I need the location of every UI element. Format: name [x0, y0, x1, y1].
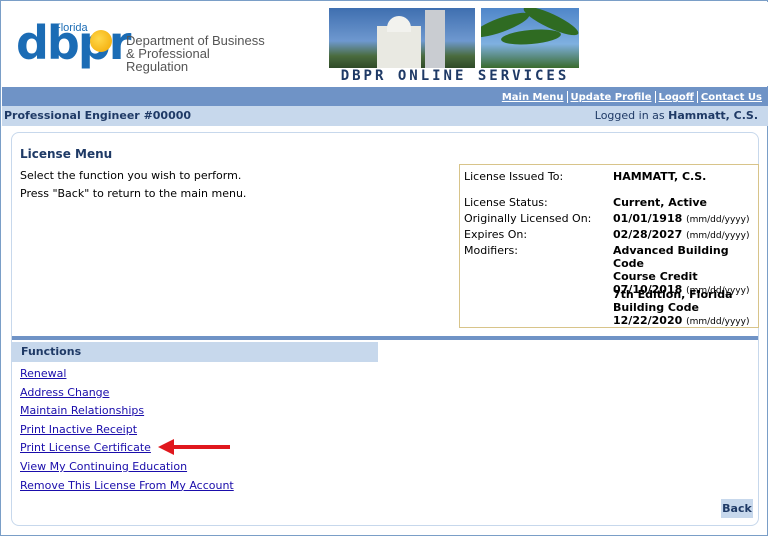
status-label: License Status:: [464, 196, 548, 209]
link-renewal[interactable]: Renewal: [20, 365, 234, 384]
sun-icon: [90, 30, 112, 52]
capitol-dome: [387, 16, 411, 32]
capitol-photo: [329, 8, 475, 68]
link-address-change[interactable]: Address Change: [20, 384, 234, 403]
header-photos: [329, 8, 579, 68]
link-view-continuing-education[interactable]: View My Continuing Education: [20, 458, 234, 477]
palm-tree-photo: [481, 8, 579, 68]
dbpr-logo[interactable]: dbpr Florida Department of Business & Pr…: [16, 20, 266, 73]
page-frame: dbpr Florida Department of Business & Pr…: [0, 0, 768, 536]
instruction-text-2: Press "Back" to return to the main menu.: [20, 187, 247, 200]
nav-main-menu[interactable]: Main Menu: [502, 92, 564, 103]
nav-separator: [696, 91, 698, 103]
sub-bar: Professional Engineer #00000 Logged in a…: [2, 106, 768, 126]
orig-licensed-label: Originally Licensed On:: [464, 212, 592, 225]
modifier-2-date: 12/22/2020: [613, 314, 683, 327]
modifier-2: 7th Edition, Florida Building Code 12/22…: [613, 288, 757, 329]
link-maintain-relationships[interactable]: Maintain Relationships: [20, 402, 234, 421]
expires-value: 02/28/2027 (mm/dd/yyyy): [613, 228, 757, 243]
capitol-tower: [425, 10, 445, 68]
date-format: (mm/dd/yyyy): [686, 231, 750, 241]
modifier-1-line-2: Course Credit: [613, 270, 698, 283]
link-print-inactive-receipt[interactable]: Print Inactive Receipt: [20, 421, 234, 440]
date-format: (mm/dd/yyyy): [686, 215, 750, 225]
modifier-1-line-1: Advanced Building Code: [613, 244, 729, 270]
department-name: Department of Business & Professional Re…: [126, 34, 266, 73]
modifier-2-line-2: Building Code: [613, 301, 699, 314]
top-nav: Main Menu Update Profile Logoff Contact Us: [2, 87, 768, 106]
nav-separator: [654, 91, 656, 103]
nav-contact-us[interactable]: Contact Us: [701, 92, 762, 103]
expires-date: 02/28/2027: [613, 228, 683, 241]
services-title: DBPR ONLINE SERVICES: [340, 68, 570, 84]
license-menu-panel: License Menu Select the function you wis…: [11, 132, 759, 526]
section-divider: [12, 336, 758, 340]
date-format: (mm/dd/yyyy): [686, 317, 750, 327]
modifier-2-line-1: 7th Edition, Florida: [613, 288, 733, 301]
page-title: License Menu: [20, 147, 113, 161]
logged-in-label: Logged in as: [594, 109, 665, 122]
capitol-building: [377, 26, 421, 68]
arrow-shaft: [172, 445, 230, 449]
orig-licensed-date: 01/01/1918: [613, 212, 683, 225]
nav-separator: [566, 91, 568, 103]
functions-header: Functions: [12, 342, 378, 362]
nav-update-profile[interactable]: Update Profile: [571, 92, 652, 103]
modifiers-label: Modifiers:: [464, 244, 518, 257]
nav-logoff[interactable]: Logoff: [659, 92, 694, 103]
profession-label: Professional Engineer #00000: [4, 109, 192, 122]
logged-in-text: Logged in as Hammatt, C.S.: [595, 106, 758, 126]
logged-in-user: Hammatt, C.S.: [668, 109, 758, 122]
issued-to-value: HAMMATT, C.S.: [613, 170, 707, 183]
red-arrow-icon: [158, 439, 230, 455]
issued-to-label: License Issued To:: [464, 170, 564, 183]
instruction-text-1: Select the function you wish to perform.: [20, 169, 242, 182]
palm-frond: [500, 27, 562, 47]
functions-list: Renewal Address Change Maintain Relation…: [20, 365, 234, 495]
arrow-head: [158, 439, 174, 455]
logo-florida-text: Florida: [54, 22, 88, 34]
orig-licensed-value: 01/01/1918 (mm/dd/yyyy): [613, 212, 757, 227]
status-value: Current, Active: [613, 196, 708, 209]
back-button[interactable]: Back: [721, 499, 753, 518]
license-info-box: License Issued To: HAMMATT, C.S. License…: [459, 164, 759, 328]
link-remove-license[interactable]: Remove This License From My Account: [20, 477, 234, 496]
department-line-2: & Professional Regulation: [126, 46, 210, 74]
expires-label: Expires On:: [464, 228, 528, 241]
modifier-2-date-line: 12/22/2020 (mm/dd/yyyy): [613, 314, 757, 329]
header: dbpr Florida Department of Business & Pr…: [2, 2, 768, 86]
